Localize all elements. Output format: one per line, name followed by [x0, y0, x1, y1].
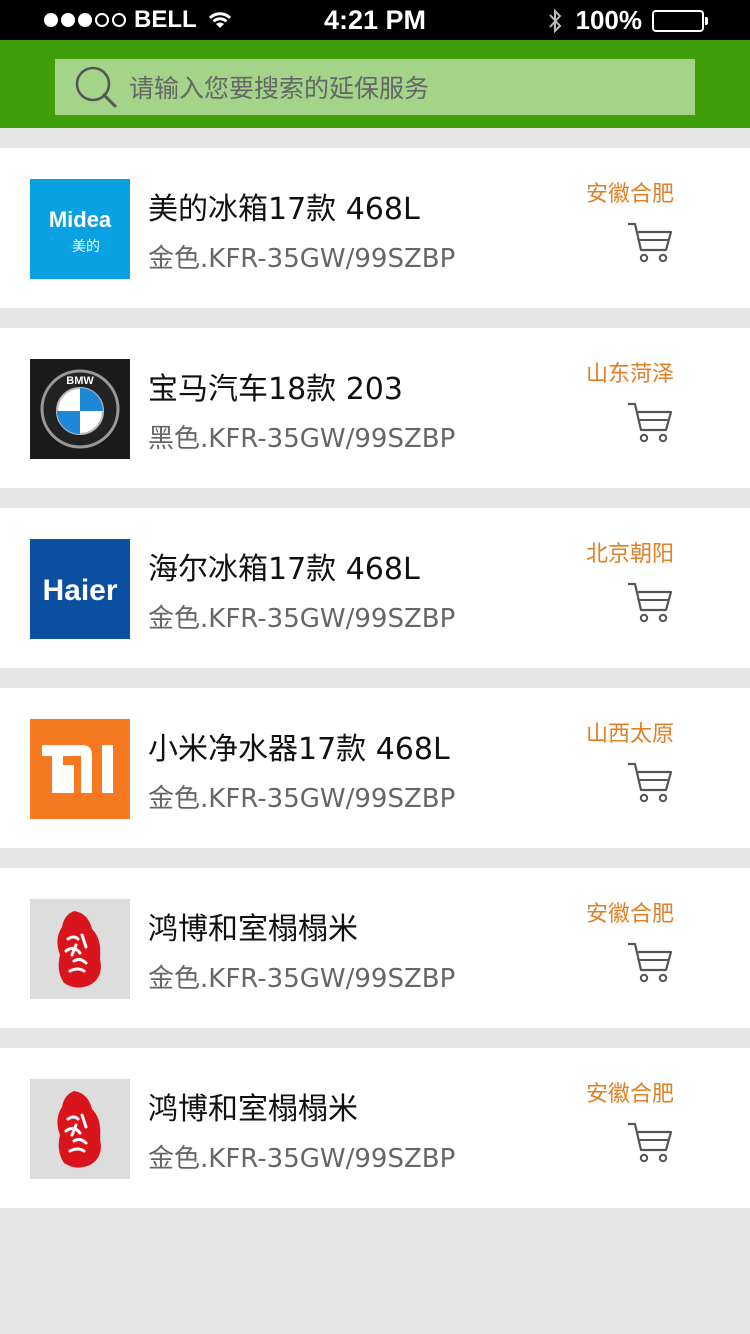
brand-logo-seal [30, 899, 130, 999]
product-model: 金色.KFR-35GW/99SZBP [148, 604, 456, 634]
search-icon [75, 66, 117, 108]
bluetooth-icon [548, 8, 561, 33]
product-model: 金色.KFR-35GW/99SZBP [148, 964, 456, 994]
product-model: 金色.KFR-35GW/99SZBP [148, 1144, 456, 1174]
product-title: 海尔冰箱17款 468L [148, 552, 420, 587]
svg-text:Haier: Haier [42, 574, 117, 607]
battery-icon [652, 9, 708, 32]
product-card[interactable]: 鸿博和室榻榻米 金色.KFR-35GW/99SZBP 安徽合肥 [0, 1048, 750, 1208]
product-card[interactable]: Haier 海尔冰箱17款 468L 金色.KFR-35GW/99SZBP 北京… [0, 508, 750, 668]
cart-icon[interactable] [626, 1120, 674, 1164]
brand-logo-seal [30, 1079, 130, 1179]
product-location: 山东菏泽 [585, 362, 674, 387]
product-location: 安徽合肥 [585, 902, 674, 927]
product-model: 金色.KFR-35GW/99SZBP [148, 784, 456, 814]
brand-logo-midea: Midea 美的 [30, 179, 130, 279]
product-title: 美的冰箱17款 468L [148, 192, 420, 227]
product-title: 宝马汽车18款 203 [148, 372, 403, 407]
product-model: 黑色.KFR-35GW/99SZBP [148, 424, 456, 454]
product-location: 山西太原 [585, 722, 674, 747]
product-location: 安徽合肥 [585, 1082, 674, 1107]
header-bar: 请输入您要搜索的延保服务 [0, 40, 750, 128]
product-title: 小米净水器17款 468L [148, 732, 450, 767]
svg-text:美的: 美的 [72, 239, 100, 255]
product-title: 鸿博和室榻榻米 [148, 1092, 358, 1127]
svg-text:BMW: BMW [66, 375, 94, 387]
product-list: Midea 美的 美的冰箱17款 468L 金色.KFR-35GW/99SZBP… [0, 148, 750, 1228]
product-card[interactable]: 小米净水器17款 468L 金色.KFR-35GW/99SZBP 山西太原 [0, 688, 750, 848]
product-location: 北京朝阳 [585, 542, 674, 567]
product-model: 金色.KFR-35GW/99SZBP [148, 244, 456, 274]
status-bar: BELL 4:21 PM 100% [0, 0, 750, 40]
brand-logo-mi [30, 719, 130, 819]
cart-icon[interactable] [626, 220, 674, 264]
logo-text: Midea [49, 207, 112, 232]
brand-logo-haier: Haier [30, 539, 130, 639]
brand-logo-bmw: BMW [30, 359, 130, 459]
battery-percent: 100% [575, 5, 643, 35]
product-card[interactable]: BMW 宝马汽车18款 203 黑色.KFR-35GW/99SZBP 山东菏泽 [0, 328, 750, 488]
cart-icon[interactable] [626, 760, 674, 804]
search-bar[interactable]: 请输入您要搜索的延保服务 [55, 59, 695, 115]
product-title: 鸿博和室榻榻米 [148, 912, 358, 947]
product-card[interactable]: Midea 美的 美的冰箱17款 468L 金色.KFR-35GW/99SZBP… [0, 148, 750, 308]
product-card[interactable]: 鸿博和室榻榻米 金色.KFR-35GW/99SZBP 安徽合肥 [0, 868, 750, 1028]
cart-icon[interactable] [626, 580, 674, 624]
cart-icon[interactable] [626, 400, 674, 444]
product-location: 安徽合肥 [585, 182, 674, 207]
cart-icon[interactable] [626, 940, 674, 984]
status-right: 100% [548, 5, 708, 36]
search-placeholder: 请输入您要搜索的延保服务 [129, 74, 430, 103]
